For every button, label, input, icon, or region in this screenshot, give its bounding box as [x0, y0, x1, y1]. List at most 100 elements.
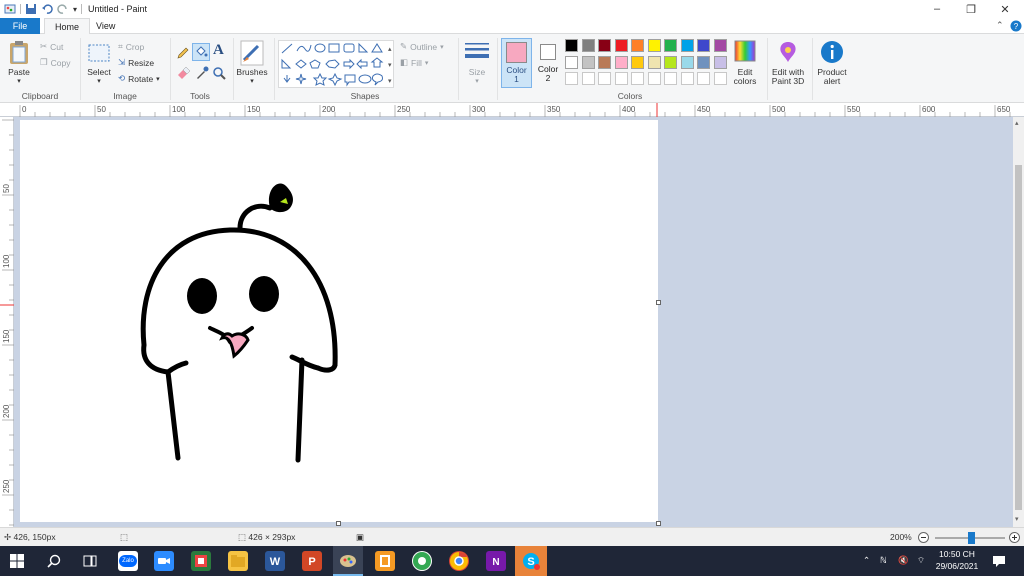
scrollbar-thumb[interactable] [1015, 165, 1022, 510]
product-alert-button[interactable]: Product alert [812, 68, 852, 86]
text-tool-icon[interactable]: A [213, 42, 224, 59]
color2-button[interactable]: Color 2 [535, 38, 561, 88]
palette-swatch[interactable] [565, 55, 578, 69]
chrome-like-taskbar-icon[interactable] [412, 551, 432, 571]
custom-color-slot[interactable] [680, 72, 694, 85]
palette-swatch[interactable] [581, 55, 595, 69]
skype-taskbar-active[interactable]: S [515, 546, 547, 576]
resize-button[interactable]: ⇲ Resize [118, 57, 154, 68]
zoom-in-icon[interactable] [1009, 532, 1020, 543]
custom-color-slot[interactable] [697, 72, 710, 85]
search-icon[interactable] [47, 554, 61, 568]
palette-swatch[interactable] [680, 55, 694, 69]
palette-swatch[interactable] [713, 39, 727, 52]
crop-button[interactable]: ⌗ Crop [118, 41, 144, 52]
custom-color-slot[interactable] [614, 72, 628, 85]
canvas-resize-handle-corner[interactable] [656, 521, 661, 526]
palette-swatch[interactable] [565, 39, 578, 52]
palette-swatch[interactable] [614, 39, 628, 52]
help-icon[interactable]: ? [1010, 20, 1022, 32]
palette-swatch[interactable] [664, 55, 677, 69]
save-icon[interactable] [25, 3, 37, 15]
color1-button[interactable]: Color 1 [501, 38, 532, 88]
custom-color-slot[interactable] [713, 72, 727, 85]
volume-icon[interactable]: 🔇 [898, 555, 909, 566]
restore-button[interactable]: ❐ [954, 0, 988, 18]
palette-swatch[interactable] [581, 39, 595, 52]
zoom-out-icon[interactable] [918, 532, 929, 543]
fill-tool-selected[interactable] [192, 43, 210, 61]
palette-swatch[interactable] [697, 39, 710, 52]
palette-swatch[interactable] [697, 55, 710, 69]
custom-color-slot[interactable] [565, 72, 578, 85]
clock-time[interactable]: 10:50 CH [935, 549, 979, 559]
undo-icon[interactable] [41, 3, 53, 15]
palette-swatch[interactable] [598, 39, 611, 52]
chrome-taskbar-icon[interactable] [449, 551, 469, 571]
paint3d-icon[interactable] [777, 40, 799, 64]
magnifier-icon[interactable] [212, 66, 226, 80]
size-button[interactable]: Size [460, 68, 494, 77]
brushes-icon[interactable] [240, 40, 264, 66]
edit-with-paint3d-button[interactable]: Edit with Paint 3D [767, 68, 809, 86]
canvas-resize-handle-right[interactable] [656, 300, 661, 305]
color-picker-icon[interactable] [195, 66, 209, 80]
powerpoint-taskbar-icon[interactable]: P [302, 551, 322, 571]
scroll-down-icon[interactable]: ▾ [1015, 515, 1019, 523]
collapse-ribbon-icon[interactable]: ⌃ [996, 20, 1004, 31]
custom-color-slot[interactable] [631, 72, 644, 85]
tab-file[interactable]: File [0, 18, 40, 34]
wifi-icon[interactable]: ⌔ [917, 555, 925, 566]
clock-date[interactable]: 29/06/2021 [930, 561, 984, 571]
custom-color-slot[interactable] [664, 72, 677, 85]
tab-view[interactable]: View [86, 18, 125, 34]
shapes-gallery[interactable]: ▴ ▾ ▾ [278, 40, 394, 88]
vertical-scrollbar[interactable]: ▴ ▾ [1013, 117, 1024, 527]
windows-start-icon[interactable] [10, 554, 24, 568]
palette-swatch[interactable] [664, 39, 677, 52]
paint-taskbar-active[interactable] [333, 546, 363, 576]
eraser-icon[interactable] [176, 66, 190, 80]
onenote-taskbar-icon[interactable]: N [486, 551, 506, 571]
palette-swatch[interactable] [647, 55, 661, 69]
brushes-dropdown-icon[interactable]: ▾ [234, 77, 270, 86]
language-icon[interactable]: ℕ [880, 555, 887, 566]
zalo-taskbar-icon[interactable]: Zalo [118, 551, 138, 571]
file-explorer-taskbar-icon[interactable] [228, 551, 248, 571]
palette-swatch[interactable] [647, 39, 661, 52]
palette-swatch[interactable] [631, 55, 644, 69]
canvas-resize-handle-bottom[interactable] [336, 521, 341, 526]
copy-button[interactable]: ❐ Copy [40, 57, 70, 68]
brushes-button[interactable]: Brushes [234, 68, 270, 77]
paste-dropdown-icon[interactable]: ▾ [4, 77, 34, 86]
fill-button[interactable]: ◧ Fill ▾ [400, 57, 428, 68]
paste-icon[interactable] [8, 40, 30, 66]
outline-button[interactable]: ✎ Outline ▾ [400, 41, 444, 52]
redo-icon[interactable] [57, 3, 69, 15]
orange-app-taskbar-icon[interactable] [375, 551, 395, 571]
show-hidden-icons[interactable]: ⌃ [863, 555, 870, 566]
palette-swatch[interactable] [713, 55, 727, 69]
custom-color-slot[interactable] [647, 72, 661, 85]
snipping-tool-taskbar-icon[interactable] [191, 551, 211, 571]
notifications-icon[interactable] [992, 554, 1006, 568]
size-lines-icon[interactable] [464, 42, 490, 62]
close-button[interactable]: ✕ [988, 0, 1022, 18]
custom-color-slot[interactable] [598, 72, 611, 85]
customize-qa-icon[interactable]: ▾ [73, 5, 77, 14]
select-dropdown-icon[interactable]: ▾ [84, 77, 114, 86]
custom-color-slot[interactable] [581, 72, 595, 85]
palette-swatch[interactable] [631, 39, 644, 52]
tab-home[interactable]: Home [44, 18, 91, 35]
select-button[interactable]: Select [84, 68, 114, 77]
rotate-button[interactable]: ⟲ Rotate ▾ [118, 73, 160, 84]
palette-swatch[interactable] [614, 55, 628, 69]
pencil-icon[interactable] [176, 46, 190, 60]
paste-button[interactable]: Paste [4, 68, 34, 77]
palette-swatch[interactable] [680, 39, 694, 52]
cut-button[interactable]: ✂ Cut [40, 41, 63, 52]
zoom-app-taskbar-icon[interactable] [154, 551, 174, 571]
edit-colors-icon[interactable] [734, 40, 756, 62]
word-taskbar-icon[interactable]: W [265, 551, 285, 571]
select-icon[interactable] [88, 42, 110, 64]
